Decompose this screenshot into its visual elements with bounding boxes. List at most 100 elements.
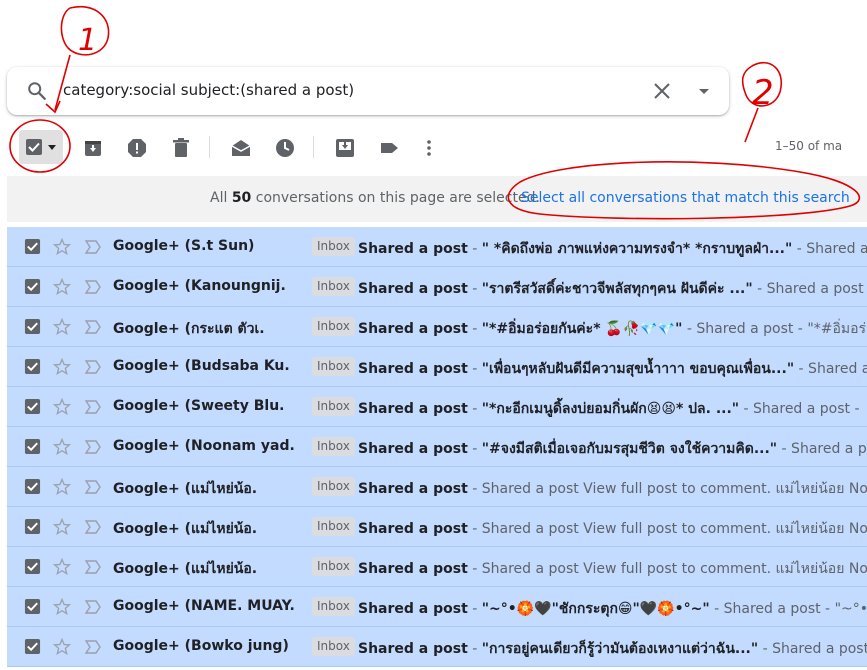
select-all-button[interactable] — [19, 130, 63, 164]
star-icon[interactable] — [52, 557, 72, 577]
search-input[interactable]: category:social subject:(shared a post) — [63, 81, 354, 99]
select-all-matching-link[interactable]: Select all conversations that match this… — [521, 190, 850, 206]
subject-line: Shared a post - Shared a post View full … — [358, 518, 867, 540]
star-icon[interactable] — [52, 437, 72, 457]
subject-dash: - — [467, 481, 482, 497]
star-icon[interactable] — [52, 637, 72, 657]
snippet-main: "#จงมีสติเมื่อเจอกับมรสุมชีวิต จงใช้ความ… — [481, 441, 778, 457]
snippet-main: "เพื่อนๆหลับฝันดีมีความสุขนํ้าาาา ขอบคุณ… — [481, 361, 795, 377]
star-icon[interactable] — [52, 357, 72, 377]
subject-line: Shared a post - Shared a post View full … — [358, 558, 867, 580]
mark-as-read-icon[interactable] — [229, 136, 253, 160]
importance-marker-icon[interactable] — [84, 559, 102, 575]
inbox-label-badge[interactable]: Inbox — [312, 397, 355, 416]
conversation-row[interactable]: Google+ (แม่ไหย่น้อ. Inbox Shared a post… — [7, 467, 867, 507]
snippet-rest: Shared a post View full post to comment.… — [481, 481, 867, 497]
sender-name: Google+ (กระแต ตัวเ. — [113, 321, 265, 337]
subject-text: Shared a post — [358, 361, 468, 377]
checkbox-checked-icon[interactable] — [24, 438, 41, 455]
inbox-label-badge[interactable]: Inbox — [312, 237, 355, 256]
inbox-label-badge[interactable]: Inbox — [312, 597, 355, 616]
checkbox-checked-icon[interactable] — [24, 278, 41, 295]
subject-text: Shared a post — [358, 441, 468, 457]
importance-marker-icon[interactable] — [84, 479, 102, 495]
conversation-row[interactable]: Google+ (NAME. MUAY. Inbox Shared a post… — [7, 587, 867, 627]
checkbox-checked-icon[interactable] — [24, 518, 41, 535]
inbox-label-badge[interactable]: Inbox — [312, 277, 355, 296]
subject-line: Shared a post - "#จงมีสติเมื่อเจอกับมรสุ… — [358, 438, 867, 460]
archive-icon[interactable] — [81, 136, 105, 160]
sender-name: Google+ (NAME. MUAY. — [113, 598, 295, 614]
close-icon[interactable] — [652, 81, 672, 101]
clock-icon[interactable] — [273, 136, 297, 160]
inbox-label-badge[interactable]: Inbox — [312, 437, 355, 456]
subject-line: Shared a post - "การอยู่คนเดียวก็รู้ว่าม… — [358, 638, 867, 660]
inbox-label-badge[interactable]: Inbox — [312, 557, 355, 576]
checkbox-checked-icon[interactable] — [25, 138, 43, 156]
importance-marker-icon[interactable] — [84, 639, 102, 655]
snippet-rest: - Shared a post - — [739, 401, 860, 417]
report-spam-icon[interactable] — [125, 136, 149, 160]
importance-marker-icon[interactable] — [84, 399, 102, 415]
search-bar[interactable]: category:social subject:(shared a post) — [7, 67, 729, 115]
conversation-row[interactable]: Google+ (แม่ไหย่น้อ. Inbox Shared a post… — [7, 547, 867, 587]
snippet-rest: - Shared a post — [758, 641, 867, 657]
subject-text: Shared a post — [358, 281, 468, 297]
checkbox-checked-icon[interactable] — [24, 398, 41, 415]
conversation-list: Google+ (S.t Sun) Inbox Shared a post - … — [7, 227, 867, 667]
checkbox-checked-icon[interactable] — [24, 318, 41, 335]
selection-banner: All 50 conversations on this page are se… — [7, 176, 867, 222]
search-icon[interactable] — [26, 80, 48, 102]
inbox-label-badge[interactable]: Inbox — [312, 477, 355, 496]
conversation-row[interactable]: Google+ (Budsaba Ku. Inbox Shared a post… — [7, 347, 867, 387]
checkbox-checked-icon[interactable] — [24, 358, 41, 375]
star-icon[interactable] — [52, 477, 72, 497]
snippet-main: "*กะอีกเมนูดิ้ลงบ่ยอมกิ่นผัก😫😫* ปล. ..." — [481, 401, 740, 417]
more-vert-icon[interactable] — [417, 136, 441, 160]
conversation-row[interactable]: Google+ (Sweety Blu. Inbox Shared a post… — [7, 387, 867, 427]
snippet-rest: - Shared a post - "~°•🏵️ — [714, 601, 867, 617]
checkbox-checked-icon[interactable] — [24, 598, 41, 615]
importance-marker-icon[interactable] — [84, 279, 102, 295]
trash-icon[interactable] — [169, 136, 193, 160]
caret-down-icon[interactable] — [47, 142, 57, 152]
star-icon[interactable] — [52, 597, 72, 617]
subject-text: Shared a post — [358, 481, 468, 497]
checkbox-checked-icon[interactable] — [24, 558, 41, 575]
annotation-circle-1 — [60, 5, 110, 56]
star-icon[interactable] — [52, 277, 72, 297]
checkbox-checked-icon[interactable] — [24, 478, 41, 495]
importance-marker-icon[interactable] — [84, 319, 102, 335]
star-icon[interactable] — [52, 397, 72, 417]
conversation-row[interactable]: Google+ (S.t Sun) Inbox Shared a post - … — [7, 227, 867, 267]
inbox-label-badge[interactable]: Inbox — [312, 637, 355, 656]
star-icon[interactable] — [52, 317, 72, 337]
conversation-row[interactable]: Google+ (กระแต ตัวเ. Inbox Shared a post… — [7, 307, 867, 347]
checkbox-checked-icon[interactable] — [24, 238, 41, 255]
snippet-rest: - Shared a post - — [752, 281, 867, 297]
importance-marker-icon[interactable] — [84, 599, 102, 615]
subject-dash: - — [467, 601, 482, 617]
inbox-label-badge[interactable]: Inbox — [312, 517, 355, 536]
inbox-label-badge[interactable]: Inbox — [312, 317, 355, 336]
importance-marker-icon[interactable] — [84, 519, 102, 535]
checkbox-checked-icon[interactable] — [24, 638, 41, 655]
conversation-row[interactable]: Google+ (Noonam yad. Inbox Shared a post… — [7, 427, 867, 467]
subject-line: Shared a post - "*กะอีกเมนูดิ้ลงบ่ยอมกิ่… — [358, 398, 860, 420]
conversation-row[interactable]: Google+ (Kanoungnij. Inbox Shared a post… — [7, 267, 867, 307]
move-to-inbox-icon[interactable] — [333, 136, 357, 160]
importance-marker-icon[interactable] — [84, 239, 102, 255]
star-icon[interactable] — [52, 517, 72, 537]
star-icon[interactable] — [52, 237, 72, 257]
conversation-row[interactable]: Google+ (แม่ไหย่น้อ. Inbox Shared a post… — [7, 507, 867, 547]
conversation-row[interactable]: Google+ (Bowko jung) Inbox Shared a post… — [7, 627, 867, 667]
label-icon[interactable] — [377, 136, 401, 160]
caret-down-icon[interactable] — [695, 82, 713, 100]
importance-marker-icon[interactable] — [84, 439, 102, 455]
sender-name: Google+ (Budsaba Ku. — [113, 358, 290, 374]
subject-line: Shared a post - "*#อิ่มอร่อยกันค่ะ* 🍒🥀💎💎… — [358, 318, 867, 340]
inbox-label-badge[interactable]: Inbox — [312, 357, 355, 376]
importance-marker-icon[interactable] — [84, 359, 102, 375]
snippet-main: "การอยู่คนเดียวก็รู้ว่ามันต้องเหงาแต่ว่า… — [481, 641, 759, 657]
annotation-mark-1: 1 — [78, 23, 97, 58]
